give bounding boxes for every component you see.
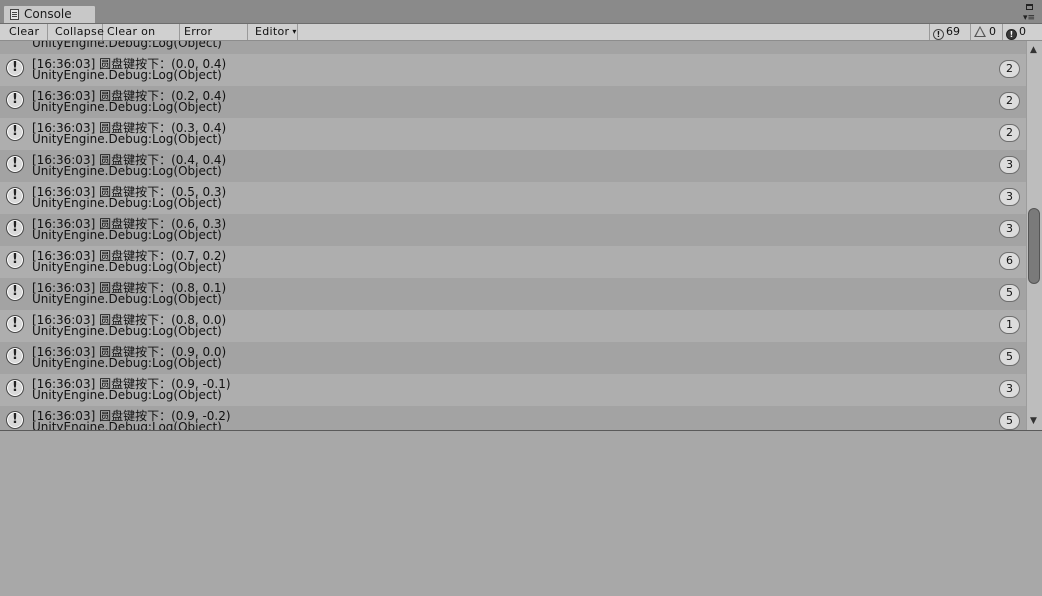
log-entry-partial[interactable]: UnityEngine.Debug:Log(Object) [0, 41, 1026, 54]
log-entry-stack: UnityEngine.Debug:Log(Object) [32, 228, 222, 242]
console-toolbar: Clear Collapse Clear on Play Error Pause… [0, 24, 1042, 54]
warning-icon [974, 26, 986, 37]
log-entry-count-badge: 5 [999, 348, 1020, 366]
clear-on-play-toggle[interactable]: Clear on Play [103, 24, 180, 54]
title-bar: Console ▾≡ [0, 0, 1042, 24]
log-entry[interactable]: ! [16:36:03] 圆盘键按下：(0.4, 0.4) UnityEngine.… [0, 150, 1026, 182]
log-entry-count-badge: 3 [999, 220, 1020, 238]
log-info-icon: ! [6, 347, 24, 365]
log-entry-stack: UnityEngine.Debug:Log(Object) [32, 68, 222, 82]
log-entry[interactable]: ! [16:36:03] 圆盘键按下：(0.8, 0.1) UnityEngine.… [0, 278, 1026, 310]
log-entry[interactable]: ! [16:36:03] 圆盘键按下：(0.9, -0.2) UnityEngine… [0, 406, 1026, 430]
error-count-toggle[interactable]: ! 0 [1002, 24, 1036, 40]
log-info-icon: ! [6, 59, 24, 77]
log-info-icon: ! [6, 283, 24, 301]
log-entry-count-badge: 3 [999, 188, 1020, 206]
log-entry-count-badge: 2 [999, 60, 1020, 78]
log-entry-stack: UnityEngine.Debug:Log(Object) [32, 132, 222, 146]
log-entry[interactable]: ! [16:36:03] 圆盘键按下：(0.8, 0.0) UnityEngine.… [0, 310, 1026, 342]
log-info-icon: ! [6, 411, 24, 429]
log-entry[interactable]: ! [16:36:03] 圆盘键按下：(0.9, 0.0) UnityEngine.… [0, 342, 1026, 374]
warning-count-toggle[interactable]: 0 [970, 24, 1002, 40]
log-entry-stack: UnityEngine.Debug:Log(Object) [32, 164, 222, 178]
scroll-up-icon[interactable]: ▲ [1030, 45, 1037, 55]
maximize-icon[interactable] [1026, 4, 1033, 10]
log-entry-stack: UnityEngine.Debug:Log(Object) [32, 100, 222, 114]
scrollbar-thumb[interactable] [1028, 208, 1040, 284]
log-info-icon: ! [933, 29, 944, 40]
clear-button[interactable]: Clear [5, 24, 48, 40]
log-detail-pane [0, 430, 1042, 596]
collapse-toggle[interactable]: Collapse [51, 24, 104, 40]
log-entry-stack: UnityEngine.Debug:Log(Object) [32, 356, 222, 370]
log-entry[interactable]: ! [16:36:03] 圆盘键按下：(0.7, 0.2) UnityEngine.… [0, 246, 1026, 278]
log-info-icon: ! [6, 91, 24, 109]
log-entry[interactable]: ! [16:36:03] 圆盘键按下：(0.3, 0.4) UnityEngine.… [0, 118, 1026, 150]
tab-console-label: Console [24, 7, 72, 21]
tab-console[interactable]: Console [3, 5, 96, 23]
error-icon: ! [1006, 29, 1017, 40]
log-info-icon: ! [6, 187, 24, 205]
log-entry-stack: UnityEngine.Debug:Log(Object) [32, 292, 222, 306]
log-entry[interactable]: ! [16:36:03] 圆盘键按下：(0.0, 0.4) UnityEngine.… [0, 54, 1026, 86]
editor-dropdown[interactable]: Editor [251, 24, 298, 40]
scroll-down-icon[interactable]: ▼ [1030, 416, 1037, 426]
log-entry-count-badge: 2 [999, 92, 1020, 110]
log-entry[interactable]: ! [16:36:03] 圆盘键按下：(0.6, 0.3) UnityEngine.… [0, 214, 1026, 246]
log-list-scrollbar[interactable]: ▲ ▼ [1026, 41, 1042, 430]
window-menu-icon[interactable]: ▾≡ [1023, 14, 1035, 23]
log-entry-stack: UnityEngine.Debug:Log(Object) [32, 420, 222, 430]
log-entry[interactable]: ! [16:36:03] 圆盘键按下：(0.9, -0.1) UnityEngine… [0, 374, 1026, 406]
log-entry-stack: UnityEngine.Debug:Log(Object) [32, 388, 222, 402]
log-entry-stack: UnityEngine.Debug:Log(Object) [32, 260, 222, 274]
log-info-icon: ! [6, 251, 24, 269]
log-entry-count-badge: 2 [999, 124, 1020, 142]
warning-count: 0 [989, 25, 996, 38]
log-entry-stack: UnityEngine.Debug:Log(Object) [32, 324, 222, 338]
console-tab-icon [10, 9, 19, 20]
error-count: 0 [1019, 25, 1026, 38]
log-count: 69 [946, 25, 960, 38]
log-entry-count-badge: 3 [999, 380, 1020, 398]
log-count-toggle[interactable]: ! 69 [929, 24, 970, 40]
log-info-icon: ! [6, 123, 24, 141]
console-window: Console ▾≡ Clear Collapse Clear on Play … [0, 0, 1042, 596]
log-entry-count-badge: 3 [999, 156, 1020, 174]
log-info-icon: ! [6, 219, 24, 237]
error-pause-toggle[interactable]: Error Pause [180, 24, 248, 54]
log-entry-count-badge: 6 [999, 252, 1020, 270]
log-info-icon: ! [6, 379, 24, 397]
log-entry[interactable]: ! [16:36:03] 圆盘键按下：(0.2, 0.4) UnityEngine.… [0, 86, 1026, 118]
window-controls: ▾≡ [1016, 2, 1036, 23]
log-info-icon: ! [6, 315, 24, 333]
log-entry-stack: UnityEngine.Debug:Log(Object) [32, 196, 222, 210]
log-entry-stack: UnityEngine.Debug:Log(Object) [32, 41, 222, 50]
log-entry-count-badge: 5 [999, 284, 1020, 302]
log-info-icon: ! [6, 155, 24, 173]
log-entry-count-badge: 1 [999, 316, 1020, 334]
log-entry-count-badge: 5 [999, 412, 1020, 430]
log-list[interactable]: UnityEngine.Debug:Log(Object) ! [16:36:03… [0, 41, 1026, 430]
log-entry[interactable]: ! [16:36:03] 圆盘键按下：(0.5, 0.3) UnityEngine.… [0, 182, 1026, 214]
